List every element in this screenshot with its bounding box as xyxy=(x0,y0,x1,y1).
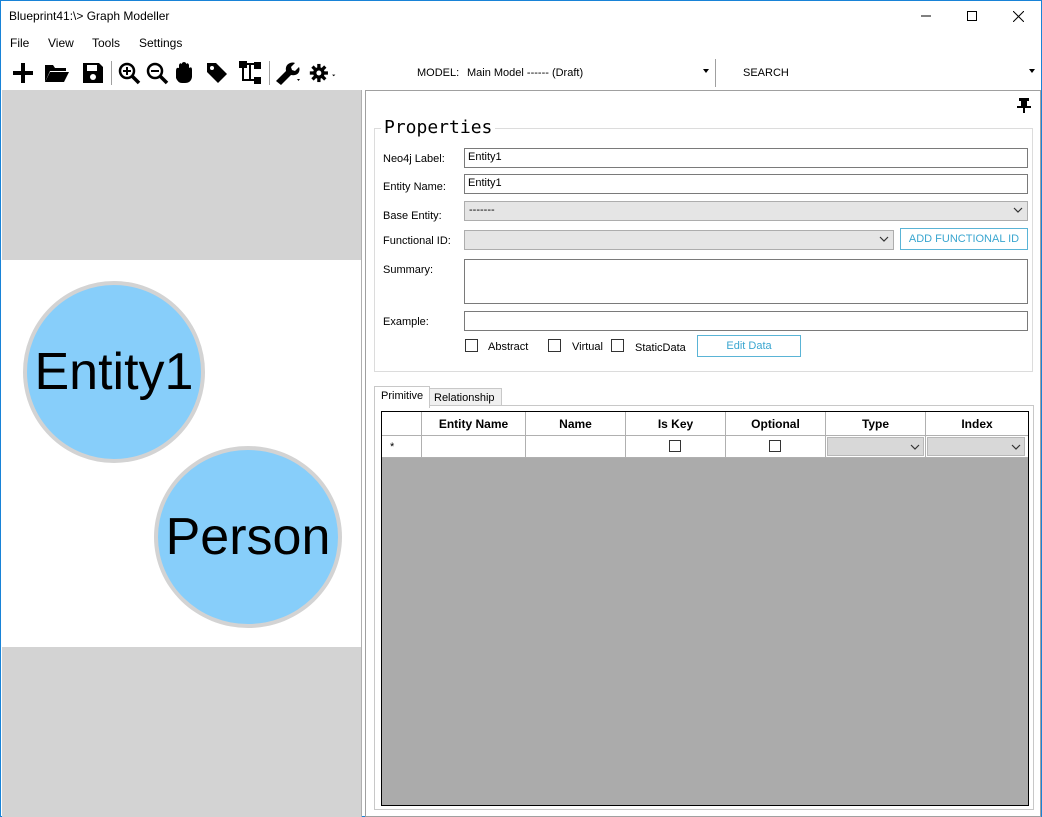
abstract-label: Abstract xyxy=(488,341,529,353)
search-dropdown-arrow-icon[interactable] xyxy=(1029,69,1035,73)
model-select[interactable]: Main Model ------ (Draft) xyxy=(467,67,583,79)
example-field[interactable] xyxy=(464,311,1028,331)
functional-id-select[interactable] xyxy=(464,230,894,250)
entity-node-label: Entity1 xyxy=(34,343,194,401)
entity-name-field[interactable]: Entity1 xyxy=(464,174,1028,194)
zoom-in-icon[interactable] xyxy=(115,59,143,87)
pin-icon[interactable] xyxy=(1016,97,1032,116)
base-entity-value: ------- xyxy=(469,204,495,216)
staticdata-label: StaticData xyxy=(635,342,686,354)
staticdata-checkbox[interactable] xyxy=(611,339,624,352)
model-label: MODEL: xyxy=(417,67,460,79)
chevron-down-icon xyxy=(910,444,920,450)
column-optional[interactable]: Optional xyxy=(726,412,826,436)
primitive-tab-page: Entity Name Name Is Key Optional Type In… xyxy=(374,405,1034,810)
add-icon[interactable] xyxy=(9,59,37,87)
base-entity-select[interactable]: ------- xyxy=(464,201,1028,221)
column-type[interactable]: Type xyxy=(826,412,926,436)
gear-icon[interactable] xyxy=(309,59,337,87)
hand-icon[interactable] xyxy=(171,59,199,87)
column-entity-name[interactable]: Entity Name xyxy=(422,412,526,436)
tab-primitive[interactable]: Primitive xyxy=(374,386,431,408)
wrench-icon[interactable] xyxy=(273,59,301,87)
hierarchy-icon[interactable] xyxy=(237,59,265,87)
optional-checkbox[interactable] xyxy=(769,440,781,452)
minimize-icon xyxy=(921,15,931,17)
maximize-icon xyxy=(967,11,977,21)
menu-bar: File View Tools Settings xyxy=(1,33,1041,55)
person-node[interactable]: Person xyxy=(154,446,342,628)
name-cell[interactable] xyxy=(526,436,626,458)
close-icon xyxy=(1012,10,1024,22)
canvas-gray-region-top xyxy=(2,90,361,260)
open-folder-icon[interactable] xyxy=(43,59,71,87)
is-key-cell xyxy=(626,436,726,458)
menu-settings[interactable]: Settings xyxy=(139,36,182,50)
example-caption: Example: xyxy=(383,316,429,328)
app-window: Blueprint41:\> Graph Modeller File View … xyxy=(0,0,1042,817)
menu-file[interactable]: File xyxy=(10,36,29,50)
canvas-gray-region-bottom xyxy=(2,647,361,817)
person-node-label: Person xyxy=(165,508,331,566)
search-select[interactable]: SEARCH xyxy=(743,67,789,79)
graph-canvas[interactable]: Entity1 Person xyxy=(2,90,362,817)
virtual-label: Virtual xyxy=(572,341,603,353)
base-entity-caption: Base Entity: xyxy=(383,210,442,222)
properties-panel: Properties Neo4j Label: Entity1 Entity N… xyxy=(365,90,1041,817)
functional-id-caption: Functional ID: xyxy=(383,235,451,247)
is-key-checkbox[interactable] xyxy=(669,440,681,452)
edit-data-button[interactable]: Edit Data xyxy=(697,335,801,357)
table-row[interactable]: * xyxy=(382,436,1028,458)
grid-header: Entity Name Name Is Key Optional Type In… xyxy=(382,412,1028,436)
minimize-button[interactable] xyxy=(903,1,949,31)
properties-title: Properties xyxy=(381,117,496,138)
index-select[interactable] xyxy=(927,437,1025,456)
toolbar: MODEL: Main Model ------ (Draft) SEARCH xyxy=(1,57,1041,89)
menu-view[interactable]: View xyxy=(48,36,74,50)
optional-cell xyxy=(726,436,826,458)
type-cell xyxy=(826,436,926,458)
neo4j-label-field[interactable]: Entity1 xyxy=(464,148,1028,168)
chevron-down-icon xyxy=(1013,207,1023,213)
window-title: Blueprint41:\> Graph Modeller xyxy=(9,9,170,23)
type-select[interactable] xyxy=(827,437,924,456)
abstract-checkbox[interactable] xyxy=(465,339,478,352)
chevron-down-icon xyxy=(1011,444,1021,450)
column-is-key[interactable]: Is Key xyxy=(626,412,726,436)
entity-name-caption: Entity Name: xyxy=(383,181,446,193)
toolbar-separator xyxy=(715,59,716,87)
entity-node[interactable]: Entity1 xyxy=(23,281,205,463)
menu-tools[interactable]: Tools xyxy=(92,36,120,50)
chevron-down-icon xyxy=(879,236,889,242)
row-header-corner xyxy=(382,412,422,436)
new-row-marker: * xyxy=(382,436,422,458)
add-functional-id-button[interactable]: ADD FUNCTIONAL ID xyxy=(900,228,1028,250)
virtual-checkbox[interactable] xyxy=(548,339,561,352)
maximize-button[interactable] xyxy=(949,1,995,31)
index-cell xyxy=(926,436,1028,458)
properties-group: Properties Neo4j Label: Entity1 Entity N… xyxy=(374,117,1033,372)
title-bar: Blueprint41:\> Graph Modeller xyxy=(1,1,1041,31)
model-dropdown-arrow-icon[interactable] xyxy=(703,69,709,73)
summary-field[interactable] xyxy=(464,259,1028,304)
toolbar-separator xyxy=(269,61,270,85)
neo4j-label-caption: Neo4j Label: xyxy=(383,153,445,165)
summary-caption: Summary: xyxy=(383,264,434,276)
tag-icon[interactable] xyxy=(203,59,231,87)
column-name[interactable]: Name xyxy=(526,412,626,436)
save-icon[interactable] xyxy=(79,59,107,87)
column-index[interactable]: Index xyxy=(926,412,1028,436)
entity-name-cell[interactable] xyxy=(422,436,526,458)
zoom-out-icon[interactable] xyxy=(143,59,171,87)
primitive-grid[interactable]: Entity Name Name Is Key Optional Type In… xyxy=(381,411,1029,806)
toolbar-separator xyxy=(111,61,112,85)
close-button[interactable] xyxy=(995,1,1041,31)
